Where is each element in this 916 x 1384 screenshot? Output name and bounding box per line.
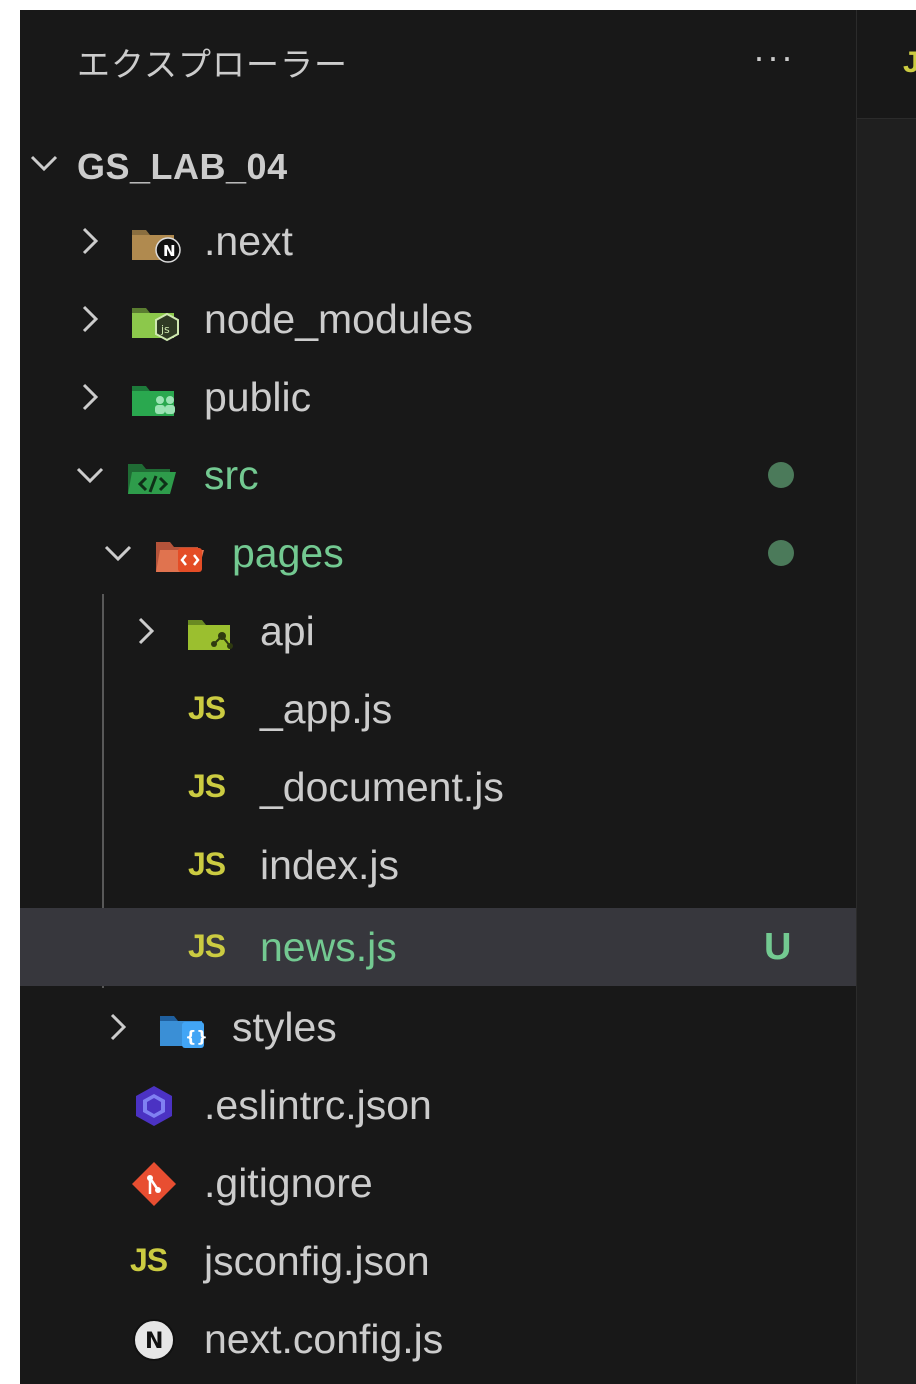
eslint-icon <box>128 1084 180 1128</box>
tree-item-document-js[interactable]: JS _document.js <box>20 748 856 826</box>
tree-item-label: next.config.js <box>204 1316 444 1362</box>
modified-dot-indicator <box>768 540 794 566</box>
svg-text:js: js <box>160 323 170 336</box>
modified-dot-indicator <box>768 462 794 488</box>
explorer-header: エクスプローラー ··· <box>20 10 856 110</box>
editor-tab[interactable]: J <box>857 10 916 119</box>
tree-item-label: jsconfig.json <box>204 1238 430 1284</box>
tree-item-api[interactable]: api <box>20 592 856 670</box>
folder-api-icon <box>186 610 238 654</box>
chevron-right-icon <box>70 221 110 261</box>
tree-item-public[interactable]: public <box>20 358 856 436</box>
folder-styles-icon: {} <box>158 1006 210 1050</box>
tree-item-news-js[interactable]: JS news.js U <box>20 908 856 986</box>
tree-item-label: news.js <box>260 924 397 970</box>
js-file-icon: JS <box>188 928 226 964</box>
tree-item-gitignore[interactable]: .gitignore <box>20 1144 856 1222</box>
tree-item-label: node_modules <box>204 296 473 342</box>
vscode-window: エクスプローラー ··· GS_LAB_04 N .next js node_m… <box>20 10 916 1384</box>
tree-item-styles[interactable]: {} styles <box>20 988 856 1066</box>
js-file-icon: JS <box>188 846 226 882</box>
chevron-right-icon <box>70 377 110 417</box>
tree-root[interactable]: GS_LAB_04 <box>20 124 856 202</box>
tree-item-label: public <box>204 374 312 420</box>
untracked-badge: U <box>764 926 792 968</box>
chevron-down-icon <box>70 455 110 495</box>
chevron-right-icon <box>70 299 110 339</box>
tree-item-next-config[interactable]: N next.config.js <box>20 1300 856 1378</box>
root-folder-label: GS_LAB_04 <box>77 146 288 187</box>
tree-item-label: _app.js <box>260 686 393 732</box>
folder-node-icon: js <box>130 298 182 342</box>
tree-item-jsconfig[interactable]: JS jsconfig.json <box>20 1222 856 1300</box>
tree-item-label: .gitignore <box>204 1160 373 1206</box>
svg-text:N: N <box>145 1329 163 1354</box>
tree-item-eslintrc[interactable]: .eslintrc.json <box>20 1066 856 1144</box>
nextjs-icon: N <box>128 1318 180 1362</box>
js-tab-icon: J <box>903 46 916 79</box>
chevron-down-icon <box>98 533 138 573</box>
git-icon <box>128 1162 180 1206</box>
folder-next-icon: N <box>130 220 182 264</box>
tree-item-label: index.js <box>260 842 400 888</box>
editor-area: J <box>856 10 916 1384</box>
tree-item-app-js[interactable]: JS _app.js <box>20 670 856 748</box>
tree-item-src[interactable]: src <box>20 436 856 514</box>
explorer-sidebar: エクスプローラー ··· GS_LAB_04 N .next js node_m… <box>20 10 856 1384</box>
svg-text:N: N <box>163 242 176 260</box>
js-file-icon: JS <box>188 690 226 726</box>
tree-item-pages[interactable]: pages <box>20 514 856 592</box>
chevron-right-icon <box>126 611 166 651</box>
folder-src-icon <box>126 454 178 498</box>
js-file-icon: JS <box>188 768 226 804</box>
chevron-down-icon <box>24 143 64 183</box>
tree-item-node-modules[interactable]: js node_modules <box>20 280 856 358</box>
explorer-title: エクスプローラー <box>77 46 349 83</box>
folder-public-icon <box>130 376 182 420</box>
tree-item-index-js[interactable]: JS index.js <box>20 826 856 904</box>
svg-text:{}: {} <box>185 1027 208 1046</box>
more-actions-button[interactable]: ··· <box>742 32 806 88</box>
tree-item-label: api <box>260 608 315 654</box>
tree-item-next[interactable]: N .next <box>20 202 856 280</box>
tree-item-label: src <box>204 452 259 498</box>
chevron-right-icon <box>98 1007 138 1047</box>
tree-item-label: _document.js <box>260 764 504 810</box>
tree-item-label: .next <box>204 218 293 264</box>
folder-pages-icon <box>154 532 206 576</box>
tree-item-label: .eslintrc.json <box>204 1082 432 1128</box>
tree-item-label: pages <box>232 530 344 576</box>
tree-item-label: styles <box>232 1004 337 1050</box>
jsconfig-icon: JS <box>130 1242 168 1278</box>
